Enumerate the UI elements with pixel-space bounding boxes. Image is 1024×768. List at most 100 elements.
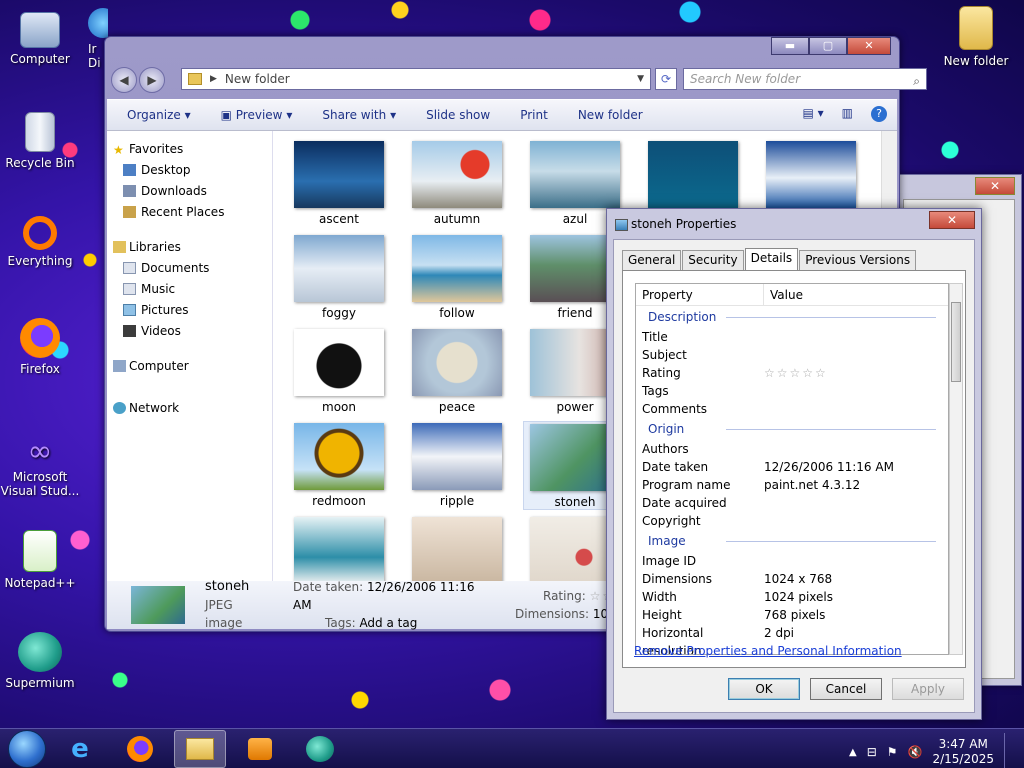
apply-button[interactable]: Apply	[892, 678, 964, 700]
clock[interactable]: 3:47 AM 2/15/2025	[932, 737, 994, 767]
chevron-down-icon[interactable]: ▼	[637, 74, 644, 84]
desktop-icon-new-folder[interactable]: New folder	[936, 6, 1016, 68]
property-row[interactable]: Date taken 12/26/2006 11:16 AM	[636, 458, 948, 476]
property-row[interactable]: Dimensions 1024 x 768	[636, 570, 948, 588]
desktop-icon-visual-studio[interactable]: ∞ Microsoft Visual Stud...	[0, 434, 80, 499]
group-image: Image	[636, 530, 948, 552]
tags-value[interactable]: Add a tag	[359, 616, 417, 630]
thumbnail-peace[interactable]: peace	[405, 329, 509, 414]
back-button[interactable]: ◀	[111, 67, 137, 93]
scroll-thumb[interactable]	[951, 302, 961, 382]
nav-libraries[interactable]: Libraries	[107, 237, 272, 258]
cancel-button[interactable]: Cancel	[810, 678, 882, 700]
tab-security[interactable]: Security	[682, 250, 744, 270]
nav-pictures[interactable]: Pictures	[107, 300, 272, 321]
column-value[interactable]: Value	[764, 284, 803, 305]
property-row[interactable]: Authors	[636, 440, 948, 458]
taskbar-explorer[interactable]	[174, 729, 226, 768]
close-button[interactable]: ✕	[847, 37, 891, 55]
thumbnail-label: power	[556, 400, 594, 414]
maximize-button[interactable]: ▢	[809, 37, 847, 55]
nav-favorites[interactable]: ★ Favorites	[107, 139, 272, 160]
thumbnail-label: follow	[439, 306, 475, 320]
help-icon[interactable]: ?	[871, 106, 887, 122]
taskbar-firefox[interactable]	[114, 730, 166, 768]
desktop-icon-computer[interactable]: Computer	[0, 8, 80, 66]
property-row[interactable]: Tags	[636, 382, 948, 400]
rating-stars[interactable]: ☆☆☆☆☆	[764, 364, 948, 382]
thumbnail-15[interactable]	[405, 517, 509, 581]
share-with-button[interactable]: Share with ▾	[322, 108, 396, 122]
thumbnail-4[interactable]	[641, 141, 745, 212]
show-desktop-button[interactable]	[1004, 733, 1014, 768]
view-options-icon[interactable]: ▤ ▾	[802, 106, 823, 122]
volume-muted-icon[interactable]: 🔇	[908, 745, 923, 759]
property-row[interactable]: Subject	[636, 346, 948, 364]
column-property[interactable]: Property	[636, 284, 764, 305]
nav-network[interactable]: Network	[107, 398, 272, 419]
search-icon[interactable]: ⌕	[913, 71, 920, 91]
thumbnail-ripple[interactable]: ripple	[405, 423, 509, 508]
tab-previous-versions[interactable]: Previous Versions	[799, 250, 917, 270]
nav-videos[interactable]: Videos	[107, 321, 272, 342]
search-input[interactable]: Search New folder ⌕	[683, 68, 927, 90]
thumbnail-follow[interactable]: follow	[405, 235, 509, 320]
property-row[interactable]: Comments	[636, 400, 948, 418]
taskbar-supermium[interactable]	[294, 730, 346, 768]
desktop-icon-supermium[interactable]: Supermium	[0, 632, 80, 690]
property-list[interactable]: Property Value Description Title Subject…	[635, 283, 949, 655]
thumbnail-autumn[interactable]: autumn	[405, 141, 509, 226]
preview-button[interactable]: ▣ Preview ▾	[221, 108, 293, 122]
remove-properties-link[interactable]: Remove Properties and Personal Informati…	[634, 644, 902, 658]
thumbnail-ascent[interactable]: ascent	[287, 141, 391, 226]
property-list-scrollbar[interactable]	[949, 283, 963, 655]
minimize-button[interactable]: ▬	[771, 37, 809, 55]
desktop-icon-everything[interactable]: Everything	[0, 216, 80, 268]
network-icon[interactable]: ⊟	[867, 745, 877, 759]
tab-general[interactable]: General	[622, 250, 682, 270]
nav-desktop[interactable]: Desktop	[107, 160, 272, 181]
thumbnail-5[interactable]	[759, 141, 863, 212]
close-icon[interactable]: ✕	[975, 177, 1015, 195]
property-row[interactable]: Horizontal resolution 2 dpi	[636, 624, 948, 654]
refresh-icon[interactable]: ⟳	[655, 68, 677, 90]
property-row[interactable]: Width 1024 pixels	[636, 588, 948, 606]
thumbnail-redmoon[interactable]: redmoon	[287, 423, 391, 508]
thumbnail-14[interactable]	[287, 517, 391, 581]
close-icon[interactable]: ✕	[929, 211, 975, 229]
ok-button[interactable]: OK	[728, 678, 800, 700]
address-bar[interactable]: ▶ New folder ▼	[181, 68, 651, 90]
nav-computer[interactable]: Computer	[107, 356, 272, 377]
property-row[interactable]: Date acquired	[636, 494, 948, 512]
thumbnail-image	[294, 141, 384, 208]
property-row[interactable]: Copyright	[636, 512, 948, 530]
forward-button[interactable]: ▶	[139, 67, 165, 93]
slide-show-button[interactable]: Slide show	[426, 108, 490, 122]
thumbnail-foggy[interactable]: foggy	[287, 235, 391, 320]
desktop-icon-firefox[interactable]: Firefox	[0, 318, 80, 376]
thumbnail-label: foggy	[322, 306, 356, 320]
desktop-icon-recycle-bin[interactable]: Recycle Bin	[0, 112, 80, 170]
nav-music[interactable]: Music	[107, 279, 272, 300]
property-row[interactable]: Title	[636, 328, 948, 346]
action-center-icon[interactable]: ⚑	[887, 745, 898, 759]
property-row[interactable]: Rating ☆☆☆☆☆	[636, 364, 948, 382]
nav-recent-places[interactable]: Recent Places	[107, 202, 272, 223]
taskbar-media-player[interactable]	[234, 730, 286, 768]
print-button[interactable]: Print	[520, 108, 548, 122]
taskbar-internet-explorer[interactable]: e	[54, 730, 106, 768]
organize-button[interactable]: Organize ▾	[127, 108, 191, 122]
nav-documents[interactable]: Documents	[107, 258, 272, 279]
nav-downloads[interactable]: Downloads	[107, 181, 272, 202]
preview-pane-icon[interactable]: ▥	[842, 106, 853, 122]
property-row[interactable]: Program name paint.net 4.3.12	[636, 476, 948, 494]
properties-dialog[interactable]: stoneh Properties ✕ General Security Det…	[606, 208, 982, 720]
thumbnail-moon[interactable]: moon	[287, 329, 391, 414]
tab-details[interactable]: Details	[744, 248, 799, 271]
property-row[interactable]: Image ID	[636, 552, 948, 570]
show-hidden-icons-icon[interactable]: ▲	[849, 747, 857, 758]
new-folder-button[interactable]: New folder	[578, 108, 643, 122]
desktop-icon-notepadpp[interactable]: Notepad++	[0, 530, 80, 590]
property-row[interactable]: Height 768 pixels	[636, 606, 948, 624]
start-button[interactable]	[8, 729, 46, 768]
